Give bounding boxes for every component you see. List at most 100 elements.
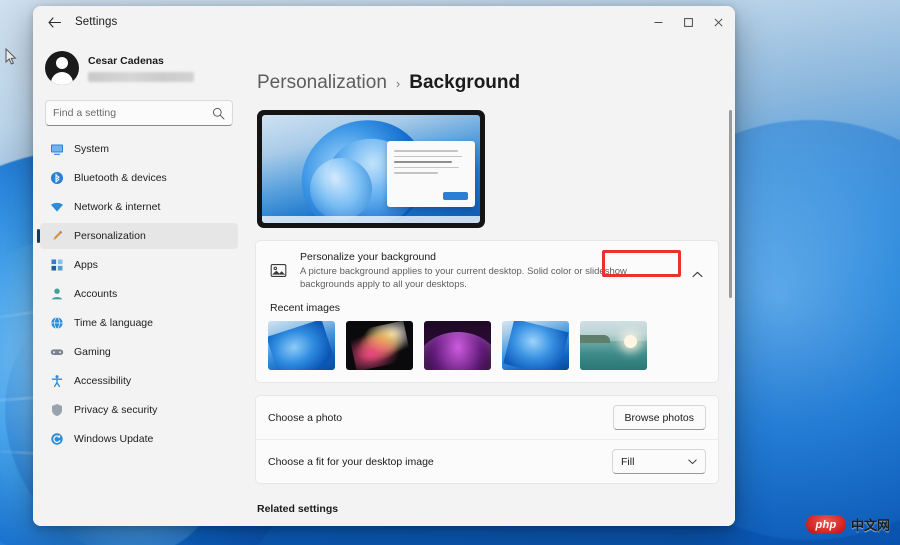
bluetooth-icon [49, 170, 65, 186]
personalize-card: Personalize your background A picture ba… [255, 240, 719, 383]
sidebar-item-label: System [74, 143, 109, 155]
sidebar-item-accessibility[interactable]: Accessibility [40, 368, 238, 394]
sidebar-item-windows-update[interactable]: Windows Update [40, 426, 238, 452]
person-icon [49, 286, 65, 302]
accessibility-person-icon [49, 373, 65, 389]
close-button[interactable] [703, 6, 733, 38]
search-wrapper [33, 92, 245, 136]
breadcrumb-separator-icon: › [396, 76, 400, 91]
back-arrow-icon [48, 17, 61, 28]
recent-images-label: Recent images [270, 302, 706, 314]
sidebar-item-label: Time & language [74, 317, 153, 329]
sidebar-item-label: Accessibility [74, 375, 131, 387]
watermark-logo: php [806, 515, 846, 534]
sidebar-item-label: Network & internet [74, 201, 160, 213]
sidebar-item-label: Windows Update [74, 433, 153, 445]
recent-image-thumbnail[interactable] [502, 321, 569, 370]
monitor-icon [49, 141, 65, 157]
recent-images-block: Recent images [256, 300, 718, 382]
recent-image-thumbnail[interactable] [580, 321, 647, 370]
breadcrumb: Personalization › Background [255, 38, 719, 94]
account-name: Cesar Cadenas [88, 55, 194, 68]
choose-photo-text: Choose a photo [268, 411, 613, 425]
avatar [45, 51, 79, 85]
main-scroll-area: Personalization › Background [255, 38, 735, 526]
paintbrush-icon [49, 228, 65, 244]
fit-dropdown-value: Fill [621, 456, 634, 468]
wifi-icon [49, 199, 65, 215]
sidebar-item-gaming[interactable]: Gaming [40, 339, 238, 365]
browse-photos-label: Browse photos [625, 412, 694, 424]
personalize-row-subtitle: A picture background applies to your cur… [300, 265, 640, 291]
related-settings-label: Related settings [257, 503, 719, 515]
search-icon[interactable] [212, 107, 225, 120]
watermark: php 中文网 [806, 515, 890, 534]
gamepad-icon [49, 344, 65, 360]
desktop-preview-wrapper [255, 94, 719, 228]
sidebar-item-network-internet[interactable]: Network & internet [40, 194, 238, 220]
choose-photo-title: Choose a photo [268, 411, 613, 425]
maximize-icon [683, 17, 694, 28]
back-button[interactable] [39, 9, 69, 35]
personalize-background-row: Personalize your background A picture ba… [256, 241, 718, 300]
main-content: Personalization › Background [245, 38, 735, 526]
window-title: Settings [75, 16, 117, 28]
account-text: Cesar Cadenas [88, 55, 194, 82]
update-refresh-icon [49, 431, 65, 447]
recent-image-thumbnail[interactable] [346, 321, 413, 370]
recent-image-thumbnail[interactable] [268, 321, 335, 370]
sidebar-item-apps[interactable]: Apps [40, 252, 238, 278]
browse-photos-button[interactable]: Browse photos [613, 405, 706, 430]
apps-grid-icon [49, 257, 65, 273]
account-block[interactable]: Cesar Cadenas [33, 40, 245, 92]
sidebar-item-label: Personalization [74, 230, 146, 242]
breadcrumb-current: Background [409, 72, 520, 94]
monitor-preview [257, 110, 485, 228]
search-box[interactable] [45, 100, 233, 126]
window-body: Cesar Cadenas [33, 38, 735, 526]
clock-globe-icon [49, 315, 65, 331]
chevron-up-icon[interactable] [692, 271, 703, 278]
minimize-button[interactable] [643, 6, 673, 38]
preview-screen [262, 115, 480, 223]
sidebar-item-label: Bluetooth & devices [74, 172, 167, 184]
window-titlebar: Settings [33, 6, 735, 38]
sidebar-item-label: Apps [74, 259, 98, 271]
search-input[interactable] [53, 107, 212, 119]
maximize-button[interactable] [673, 6, 703, 38]
choose-fit-title: Choose a fit for your desktop image [268, 455, 612, 469]
watermark-label: 中文网 [851, 515, 890, 534]
sidebar-item-label: Accounts [74, 288, 117, 300]
sidebar-item-label: Privacy & security [74, 404, 157, 416]
account-email-redacted [88, 72, 194, 82]
window-controls [643, 6, 735, 38]
close-icon [713, 17, 724, 28]
choose-fit-row: Choose a fit for your desktop image Fill [256, 439, 718, 483]
recent-images-thumbnails [268, 321, 706, 370]
shield-icon [49, 402, 65, 418]
sidebar-item-accounts[interactable]: Accounts [40, 281, 238, 307]
choose-fit-text: Choose a fit for your desktop image [268, 455, 612, 469]
photo-options-card: Choose a photo Browse photos Choose a fi… [255, 395, 719, 484]
preview-mock-window [387, 141, 475, 207]
fit-dropdown[interactable]: Fill [612, 449, 706, 474]
sidebar-item-bluetooth-devices[interactable]: Bluetooth & devices [40, 165, 238, 191]
choose-photo-row: Choose a photo Browse photos [256, 396, 718, 439]
sidebar-item-time-language[interactable]: Time & language [40, 310, 238, 336]
sidebar-item-privacy-security[interactable]: Privacy & security [40, 397, 238, 423]
sidebar-item-label: Gaming [74, 346, 111, 358]
personalize-row-text: Personalize your background A picture ba… [300, 250, 706, 291]
mouse-cursor-icon [5, 48, 17, 66]
personalize-row-title: Personalize your background [300, 250, 706, 264]
sidebar: Cesar Cadenas [33, 38, 245, 526]
sidebar-item-personalization[interactable]: Personalization [40, 223, 238, 249]
desktop-background: Settings [0, 0, 900, 545]
chevron-down-icon [688, 459, 697, 465]
sidebar-item-system[interactable]: System [40, 136, 238, 162]
minimize-icon [653, 17, 664, 28]
breadcrumb-parent[interactable]: Personalization [257, 72, 387, 94]
recent-image-thumbnail[interactable] [424, 321, 491, 370]
sidebar-nav: System Bluetooth & devices [33, 136, 245, 455]
settings-window: Settings [33, 6, 735, 526]
main-scrollbar[interactable] [729, 110, 732, 298]
